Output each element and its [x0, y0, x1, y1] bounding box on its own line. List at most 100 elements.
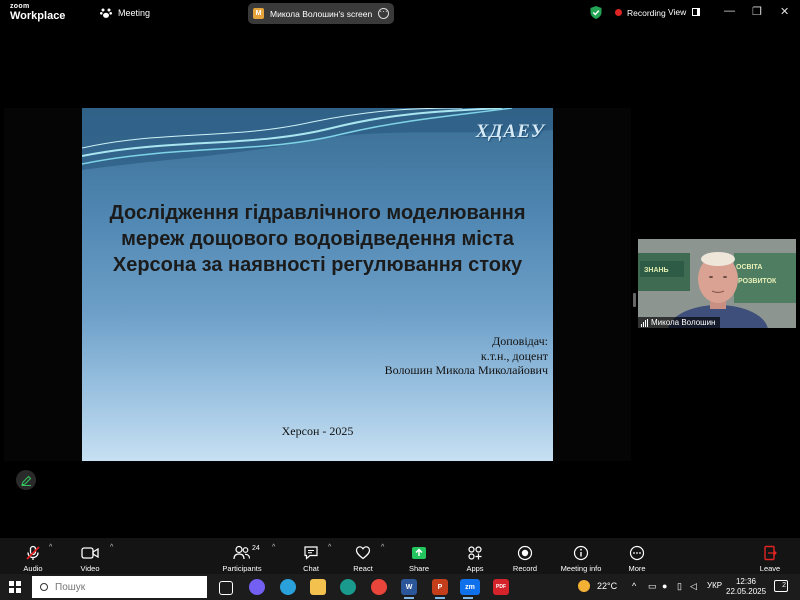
leave-button[interactable]: Leave — [742, 544, 798, 573]
pen-icon — [20, 475, 31, 486]
participant-background-text: РОЗВИТОК — [738, 278, 777, 285]
view-layout-icon — [692, 8, 701, 16]
view-label: View — [668, 7, 687, 17]
microphone-muted-icon — [26, 545, 40, 560]
brand-small: zoom — [10, 3, 30, 10]
slide-title-line: Дослідження гідравлічного моделювання — [109, 202, 526, 224]
participant-name-tag: Микола Волошин — [638, 317, 721, 328]
more-button[interactable]: More — [609, 544, 665, 573]
share-button[interactable]: Share — [391, 544, 447, 573]
clock-date: 22.05.2025 — [726, 587, 767, 596]
video-options-caret-icon[interactable]: ^ — [110, 544, 113, 551]
audio-button[interactable]: Audio — [5, 544, 61, 573]
recording-dot-icon — [615, 9, 622, 16]
react-options-caret-icon[interactable]: ^ — [381, 544, 384, 551]
chat-label: Chat — [303, 564, 319, 573]
microphone-tray-icon[interactable]: ● — [662, 581, 667, 591]
info-icon — [573, 545, 589, 560]
task-view-icon[interactable] — [219, 581, 233, 595]
view-button[interactable]: View — [668, 7, 701, 17]
audio-label: Audio — [23, 564, 43, 573]
zoom-app-icon[interactable]: zm — [460, 579, 480, 599]
camera-icon — [81, 546, 99, 559]
weather-temperature[interactable]: 22°C — [597, 581, 617, 591]
participant-video-tile[interactable]: ЗНАНЬ ОСВІТА РОЗВИТОК Микола Волошин — [638, 239, 796, 328]
word-app-icon[interactable]: W — [401, 579, 417, 599]
react-label: React — [353, 564, 373, 573]
slide-title-line: Херсона за наявності регулювання стоку — [112, 254, 523, 276]
more-dots-icon — [629, 545, 645, 560]
share-label: Share — [408, 564, 429, 573]
apps-button[interactable]: Apps — [447, 544, 503, 573]
taskbar-search[interactable] — [32, 576, 207, 598]
language-indicator[interactable]: УКР — [707, 581, 722, 590]
windows-taskbar: W P zm PDF 22°C ^ ▭ ● ▯ ◁ УКР 12:36 22.0… — [0, 574, 800, 600]
pdf-app-icon[interactable]: PDF — [493, 579, 509, 595]
notifications-icon[interactable]: 2 — [774, 580, 788, 592]
volume-icon[interactable]: ◁ — [690, 581, 697, 592]
minimize-button[interactable]: — — [724, 5, 735, 17]
recording-indicator[interactable]: Recording — [590, 6, 666, 19]
more-label: More — [628, 564, 646, 573]
more-options-icon[interactable]: ··· — [378, 8, 389, 19]
participant-background-text: ЗНАНЬ — [644, 267, 669, 274]
slide-title-line: мереж дощового водовідведення міста — [121, 228, 514, 250]
top-bar: zoom Workplace Meeting M Микола Волошин'… — [0, 0, 800, 28]
file-explorer-icon[interactable] — [310, 579, 326, 595]
paw-icon — [100, 8, 112, 18]
participant-name: Микола Волошин — [651, 318, 716, 327]
search-icon — [40, 583, 48, 591]
meeting-toolbar: Audio ^ Video ^ Participants 24 ^ Chat ^… — [0, 538, 800, 574]
sharer-avatar-badge: M — [253, 8, 264, 19]
security-shield-icon — [590, 6, 602, 19]
taskbar-search-input[interactable] — [55, 581, 195, 593]
chat-icon — [304, 546, 318, 560]
powerpoint-app-icon[interactable]: P — [432, 579, 448, 599]
record-label: Record — [512, 564, 538, 573]
maximize-button[interactable]: ❐ — [752, 5, 762, 18]
leave-door-icon — [764, 545, 777, 560]
record-button[interactable]: Record — [497, 544, 553, 573]
meeting-info-button[interactable]: Meeting info — [553, 544, 609, 573]
windows-start-icon[interactable] — [9, 581, 21, 593]
reporter-line: к.т.н., доцент — [480, 348, 548, 363]
battery-icon[interactable]: ▯ — [677, 581, 682, 592]
network-icon[interactable]: ▭ — [648, 581, 657, 592]
audio-options-caret-icon[interactable]: ^ — [49, 544, 52, 551]
participants-options-caret-icon[interactable]: ^ — [272, 544, 275, 551]
tray-overflow-icon[interactable]: ^ — [632, 581, 636, 591]
annotate-pen-button[interactable] — [16, 470, 36, 490]
participants-button[interactable]: Participants — [214, 544, 270, 573]
connection-signal-icon — [641, 318, 648, 327]
participant-video-frame: ЗНАНЬ ОСВІТА РОЗВИТОК — [638, 239, 796, 328]
meeting-label: Meeting — [118, 8, 151, 18]
clock-time: 12:36 — [735, 577, 757, 586]
share-screen-icon — [412, 546, 426, 559]
viber-app-icon[interactable] — [249, 579, 265, 595]
reporter-line: Волошин Микола Миколайович — [384, 363, 548, 377]
presentation-slide: ХДАЕУ Дослідження гідравлічного моделюва… — [82, 108, 553, 461]
edge-browser-icon[interactable] — [340, 579, 356, 595]
meeting-menu[interactable]: Meeting — [100, 7, 150, 19]
resize-handle[interactable] — [633, 293, 636, 307]
chat-options-caret-icon[interactable]: ^ — [328, 544, 331, 551]
taskbar-clock[interactable]: 12:36 22.05.2025 — [726, 577, 766, 597]
telegram-app-icon[interactable] — [280, 579, 296, 595]
apps-icon — [468, 545, 482, 560]
university-logo: ХДАЕУ — [475, 121, 545, 142]
close-button[interactable]: ✕ — [780, 5, 789, 18]
record-icon — [517, 545, 533, 560]
slide-title: Дослідження гідравлічного моделювання ме… — [90, 200, 545, 278]
brand-large: Workplace — [10, 10, 66, 22]
leave-label: Leave — [759, 564, 781, 573]
meeting-info-label: Meeting info — [560, 564, 602, 573]
screen-share-pill[interactable]: M Микола Волошин's screen ··· — [248, 3, 394, 24]
reporter-line: Доповідач: — [492, 334, 548, 348]
chrome-browser-icon[interactable] — [371, 579, 387, 595]
video-label: Video — [80, 564, 100, 573]
slide-reporter: Доповідач: к.т.н., доцент Волошин Микола… — [385, 334, 548, 378]
heart-icon — [355, 546, 371, 560]
weather-icon[interactable] — [578, 580, 590, 592]
participant-background-text: ОСВІТА — [736, 264, 762, 271]
participants-label: Participants — [222, 564, 262, 573]
